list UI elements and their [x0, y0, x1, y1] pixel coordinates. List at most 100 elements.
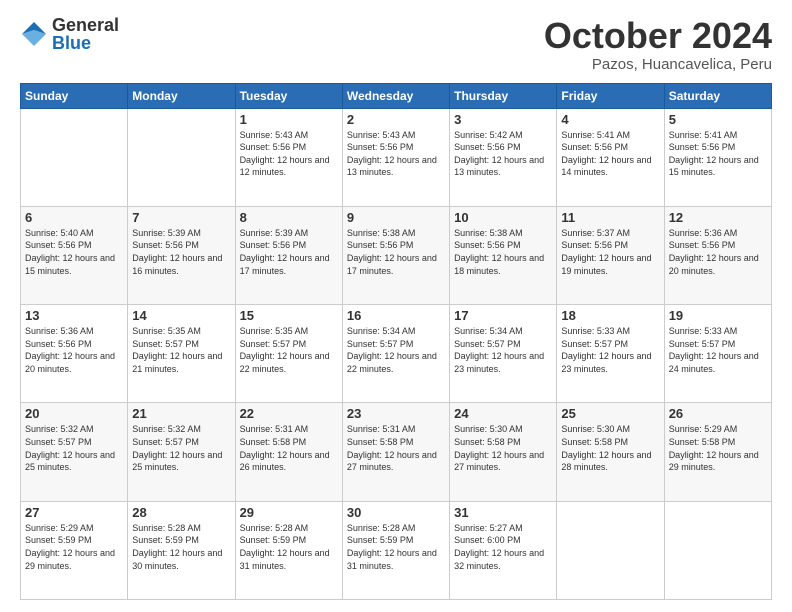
calendar-cell: 31 Sunrise: 5:27 AMSunset: 6:00 PMDayligh… [450, 501, 557, 599]
day-info: Sunrise: 5:35 AMSunset: 5:57 PMDaylight:… [240, 325, 338, 375]
calendar-cell: 23 Sunrise: 5:31 AMSunset: 5:58 PMDayligh… [342, 403, 449, 501]
calendar-cell: 20 Sunrise: 5:32 AMSunset: 5:57 PMDayligh… [21, 403, 128, 501]
calendar-cell: 28Sunrise: 5:28 AMSunset: 5:59 PMDayligh… [128, 501, 235, 599]
logo-text: General Blue [52, 16, 119, 52]
day-number: 1 [240, 112, 338, 127]
calendar-cell: 11 Sunrise: 5:37 AMSunset: 5:56 PMDayligh… [557, 206, 664, 304]
logo-blue-text: Blue [52, 34, 119, 52]
calendar-cell: 25 Sunrise: 5:30 AMSunset: 5:58 PMDayligh… [557, 403, 664, 501]
calendar-table: SundayMondayTuesdayWednesdayThursdayFrid… [20, 83, 772, 600]
day-info: Sunrise: 5:34 AMSunset: 5:57 PMDaylight:… [347, 325, 445, 375]
day-number: 7 [132, 210, 230, 225]
day-info: Sunrise: 5:30 AMSunset: 5:58 PMDaylight:… [561, 423, 659, 473]
weekday-header-saturday: Saturday [664, 83, 771, 108]
calendar-cell: 5 Sunrise: 5:41 AMSunset: 5:56 PMDaylight… [664, 108, 771, 206]
day-info: Sunrise: 5:42 AMSunset: 5:56 PMDaylight:… [454, 129, 552, 179]
day-number: 26 [669, 406, 767, 421]
calendar-cell: 26 Sunrise: 5:29 AMSunset: 5:58 PMDayligh… [664, 403, 771, 501]
weekday-header-wednesday: Wednesday [342, 83, 449, 108]
subtitle: Pazos, Huancavelica, Peru [544, 56, 772, 73]
day-info: Sunrise: 5:32 AMSunset: 5:57 PMDaylight:… [25, 423, 123, 473]
day-number: 3 [454, 112, 552, 127]
day-info: Sunrise: 5:32 AMSunset: 5:57 PMDaylight:… [132, 423, 230, 473]
day-info: Sunrise: 5:27 AMSunset: 6:00 PMDaylight:… [454, 522, 552, 572]
day-number: 31 [454, 505, 552, 520]
day-info: Sunrise: 5:28 AMSunset: 5:59 PMDaylight:… [132, 522, 230, 572]
day-info: Sunrise: 5:36 AMSunset: 5:56 PMDaylight:… [25, 325, 123, 375]
day-info: Sunrise: 5:35 AMSunset: 5:57 PMDaylight:… [132, 325, 230, 375]
day-number: 6 [25, 210, 123, 225]
calendar-cell: 6 Sunrise: 5:40 AMSunset: 5:56 PMDaylight… [21, 206, 128, 304]
calendar-cell: 12 Sunrise: 5:36 AMSunset: 5:56 PMDayligh… [664, 206, 771, 304]
calendar-cell: 19Sunrise: 5:33 AMSunset: 5:57 PMDayligh… [664, 305, 771, 403]
calendar-cell: 9 Sunrise: 5:38 AMSunset: 5:56 PMDaylight… [342, 206, 449, 304]
day-number: 15 [240, 308, 338, 323]
day-info: Sunrise: 5:40 AMSunset: 5:56 PMDaylight:… [25, 227, 123, 277]
day-info: Sunrise: 5:34 AMSunset: 5:57 PMDaylight:… [454, 325, 552, 375]
day-number: 14 [132, 308, 230, 323]
day-number: 30 [347, 505, 445, 520]
day-number: 11 [561, 210, 659, 225]
calendar-cell [128, 108, 235, 206]
day-number: 24 [454, 406, 552, 421]
day-number: 13 [25, 308, 123, 323]
calendar-cell: 4 Sunrise: 5:41 AMSunset: 5:56 PMDaylight… [557, 108, 664, 206]
calendar-cell: 1 Sunrise: 5:43 AMSunset: 5:56 PMDaylight… [235, 108, 342, 206]
day-number: 27 [25, 505, 123, 520]
day-info: Sunrise: 5:38 AMSunset: 5:56 PMDaylight:… [454, 227, 552, 277]
day-info: Sunrise: 5:28 AMSunset: 5:59 PMDaylight:… [240, 522, 338, 572]
calendar-cell: 17Sunrise: 5:34 AMSunset: 5:57 PMDayligh… [450, 305, 557, 403]
week-row-4: 20 Sunrise: 5:32 AMSunset: 5:57 PMDayligh… [21, 403, 772, 501]
calendar-cell: 16 Sunrise: 5:34 AMSunset: 5:57 PMDayligh… [342, 305, 449, 403]
calendar-cell: 30 Sunrise: 5:28 AMSunset: 5:59 PMDayligh… [342, 501, 449, 599]
day-number: 25 [561, 406, 659, 421]
day-info: Sunrise: 5:33 AMSunset: 5:57 PMDaylight:… [669, 325, 767, 375]
day-number: 18 [561, 308, 659, 323]
day-info: Sunrise: 5:29 AMSunset: 5:58 PMDaylight:… [669, 423, 767, 473]
weekday-header-row: SundayMondayTuesdayWednesdayThursdayFrid… [21, 83, 772, 108]
day-number: 16 [347, 308, 445, 323]
calendar-cell: 14 Sunrise: 5:35 AMSunset: 5:57 PMDayligh… [128, 305, 235, 403]
calendar-cell: 7 Sunrise: 5:39 AMSunset: 5:56 PMDaylight… [128, 206, 235, 304]
week-row-5: 27 Sunrise: 5:29 AMSunset: 5:59 PMDayligh… [21, 501, 772, 599]
day-number: 23 [347, 406, 445, 421]
day-info: Sunrise: 5:30 AMSunset: 5:58 PMDaylight:… [454, 423, 552, 473]
day-info: Sunrise: 5:28 AMSunset: 5:59 PMDaylight:… [347, 522, 445, 572]
day-info: Sunrise: 5:29 AMSunset: 5:59 PMDaylight:… [25, 522, 123, 572]
weekday-header-friday: Friday [557, 83, 664, 108]
day-info: Sunrise: 5:39 AMSunset: 5:56 PMDaylight:… [132, 227, 230, 277]
calendar-cell: 22Sunrise: 5:31 AMSunset: 5:58 PMDayligh… [235, 403, 342, 501]
calendar-cell: 13 Sunrise: 5:36 AMSunset: 5:56 PMDayligh… [21, 305, 128, 403]
day-number: 12 [669, 210, 767, 225]
day-info: Sunrise: 5:36 AMSunset: 5:56 PMDaylight:… [669, 227, 767, 277]
day-info: Sunrise: 5:39 AMSunset: 5:56 PMDaylight:… [240, 227, 338, 277]
page: General Blue October 2024 Pazos, Huancav… [0, 0, 792, 612]
logo: General Blue [20, 16, 119, 52]
logo-general-text: General [52, 16, 119, 34]
calendar-cell: 24 Sunrise: 5:30 AMSunset: 5:58 PMDayligh… [450, 403, 557, 501]
day-number: 9 [347, 210, 445, 225]
calendar-cell: 27 Sunrise: 5:29 AMSunset: 5:59 PMDayligh… [21, 501, 128, 599]
day-info: Sunrise: 5:37 AMSunset: 5:56 PMDaylight:… [561, 227, 659, 277]
calendar-cell [664, 501, 771, 599]
day-number: 5 [669, 112, 767, 127]
day-number: 29 [240, 505, 338, 520]
day-info: Sunrise: 5:38 AMSunset: 5:56 PMDaylight:… [347, 227, 445, 277]
week-row-3: 13 Sunrise: 5:36 AMSunset: 5:56 PMDayligh… [21, 305, 772, 403]
weekday-header-monday: Monday [128, 83, 235, 108]
day-info: Sunrise: 5:41 AMSunset: 5:56 PMDaylight:… [561, 129, 659, 179]
day-number: 4 [561, 112, 659, 127]
weekday-header-sunday: Sunday [21, 83, 128, 108]
day-info: Sunrise: 5:31 AMSunset: 5:58 PMDaylight:… [240, 423, 338, 473]
day-info: Sunrise: 5:43 AMSunset: 5:56 PMDaylight:… [240, 129, 338, 179]
week-row-1: 1 Sunrise: 5:43 AMSunset: 5:56 PMDaylight… [21, 108, 772, 206]
day-number: 20 [25, 406, 123, 421]
calendar-cell: 10Sunrise: 5:38 AMSunset: 5:56 PMDayligh… [450, 206, 557, 304]
calendar-cell: 21Sunrise: 5:32 AMSunset: 5:57 PMDayligh… [128, 403, 235, 501]
calendar-cell: 8Sunrise: 5:39 AMSunset: 5:56 PMDaylight… [235, 206, 342, 304]
calendar-cell [557, 501, 664, 599]
calendar-cell: 29 Sunrise: 5:28 AMSunset: 5:59 PMDayligh… [235, 501, 342, 599]
day-info: Sunrise: 5:31 AMSunset: 5:58 PMDaylight:… [347, 423, 445, 473]
day-info: Sunrise: 5:41 AMSunset: 5:56 PMDaylight:… [669, 129, 767, 179]
calendar-cell [21, 108, 128, 206]
